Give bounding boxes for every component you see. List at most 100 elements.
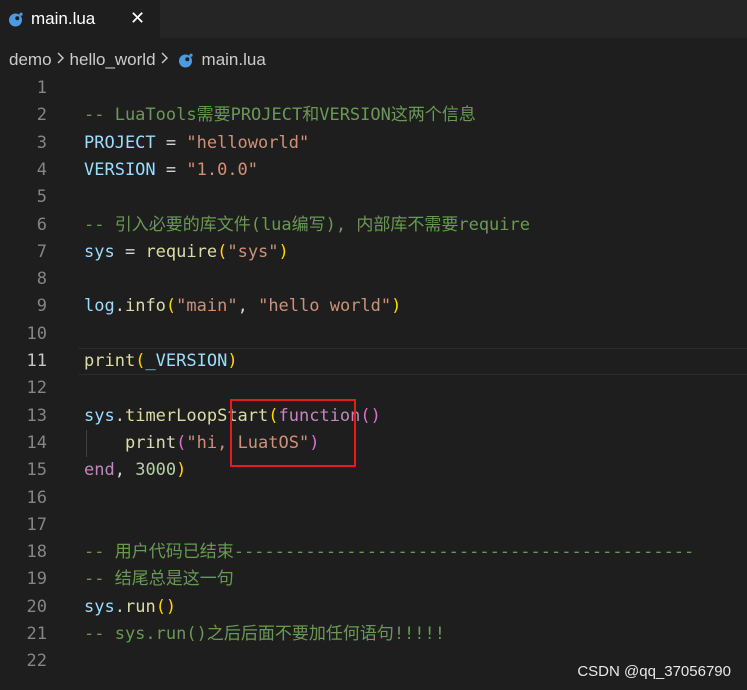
- code-token: (: [217, 241, 228, 262]
- code-token: PROJECT: [84, 132, 156, 153]
- code-token: -- sys.run()之后后面不要加任何语句!!!!!: [84, 624, 445, 644]
- code-line[interactable]: 15 end, 3000): [0, 457, 747, 484]
- chevron-right-icon: [54, 50, 68, 70]
- code-text: -- LuaTools需要PROJECT和VERSION这两个信息: [84, 102, 476, 129]
- code-line[interactable]: 10: [0, 321, 747, 348]
- code-token: ,: [114, 460, 136, 481]
- code-token: .: [114, 296, 125, 317]
- code-token: ,: [237, 296, 259, 317]
- tab-main-lua[interactable]: main.lua ✕: [0, 0, 160, 38]
- line-number: 17: [26, 514, 47, 535]
- code-text: -- sys.run()之后后面不要加任何语句!!!!!: [84, 621, 445, 648]
- line-number: 9: [36, 296, 47, 317]
- line-number: 10: [26, 323, 47, 344]
- code-token: =: [114, 241, 146, 262]
- code-text: PROJECT = "helloworld": [84, 130, 309, 157]
- code-token: require: [145, 241, 218, 262]
- code-line[interactable]: 19 -- 结尾总是这一句: [0, 566, 747, 593]
- code-token: (: [165, 296, 177, 317]
- lua-file-icon: [178, 53, 193, 68]
- code-token: "main": [176, 296, 238, 317]
- watermark: CSDN @qq_37056790: [577, 663, 731, 680]
- code-text: VERSION = "1.0.0": [84, 157, 258, 184]
- line-number: 20: [26, 596, 47, 617]
- line-number: 4: [36, 159, 47, 180]
- line-number: 16: [26, 487, 47, 508]
- code-token: -- 引入必要的库文件(lua编写), 内部库不需要require: [84, 214, 530, 235]
- code-token: =: [155, 159, 187, 180]
- line-number: 21: [26, 624, 47, 644]
- chevron-right-icon: [158, 50, 172, 70]
- code-token: info: [124, 296, 166, 317]
- breadcrumb-item-demo[interactable]: demo: [9, 50, 52, 70]
- code-token: run: [124, 596, 156, 617]
- code-token: ): [278, 241, 289, 262]
- code-line[interactable]: 7 sys = require("sys"): [0, 239, 747, 266]
- code-line[interactable]: 1: [0, 75, 747, 102]
- code-token: log: [84, 296, 115, 317]
- code-token: ): [176, 460, 187, 481]
- code-token: ): [227, 351, 238, 371]
- line-number: 1: [36, 78, 47, 98]
- breadcrumb-item-hello-world[interactable]: hello_world: [70, 50, 156, 70]
- annotation-highlight-box: [230, 399, 356, 467]
- code-line[interactable]: 11 print(_VERSION): [0, 348, 747, 375]
- code-line[interactable]: 3 PROJECT = "helloworld": [0, 130, 747, 157]
- code-line[interactable]: 2 -- LuaTools需要PROJECT和VERSION这两个信息: [0, 102, 747, 129]
- code-token: "1.0.0": [186, 159, 259, 180]
- code-line[interactable]: 13 sys.timerLoopStart(function(): [0, 403, 747, 430]
- code-line[interactable]: 6 -- 引入必要的库文件(lua编写), 内部库不需要require: [0, 212, 747, 239]
- line-number: 11: [26, 351, 47, 371]
- code-token: .: [114, 405, 125, 426]
- code-token: "hello world": [258, 296, 392, 317]
- code-line[interactable]: 14 print("hi, LuatOS"): [0, 430, 747, 457]
- code-line[interactable]: 16: [0, 485, 747, 512]
- code-text: -- 引入必要的库文件(lua编写), 内部库不需要require: [84, 212, 530, 239]
- code-line[interactable]: 8: [0, 266, 747, 293]
- code-token: ): [391, 296, 402, 317]
- code-token: sys: [84, 405, 115, 426]
- close-icon[interactable]: ✕: [130, 8, 145, 28]
- code-text: sys = require("sys"): [84, 239, 289, 266]
- code-token: "helloworld": [186, 132, 310, 153]
- lua-file-icon: [8, 12, 23, 27]
- code-token: 3000: [135, 460, 177, 481]
- code-token: sys: [84, 596, 115, 617]
- code-token: end: [84, 460, 115, 481]
- code-line[interactable]: 9 log.info("main", "hello world"): [0, 293, 747, 320]
- code-text: sys.run(): [84, 594, 176, 621]
- code-token: VERSION: [84, 159, 156, 180]
- code-line[interactable]: 21 -- sys.run()之后后面不要加任何语句!!!!!: [0, 621, 747, 648]
- code-line[interactable]: 12: [0, 375, 747, 402]
- code-text: -- 结尾总是这一句: [84, 566, 234, 593]
- line-number: 3: [36, 132, 47, 153]
- code-line[interactable]: 5: [0, 184, 747, 211]
- line-number: 13: [26, 405, 47, 426]
- code-token: (: [135, 351, 146, 371]
- code-editor[interactable]: 1 2 -- LuaTools需要PROJECT和VERSION这两个信息 3 PROJ…: [0, 75, 747, 690]
- line-number: 8: [36, 269, 47, 290]
- code-token: (): [155, 596, 177, 617]
- code-token: print: [124, 432, 177, 453]
- line-number: 6: [36, 214, 47, 235]
- code-text: -- 用户代码已结束------------------------------…: [84, 539, 694, 566]
- code-token: print: [84, 351, 136, 371]
- code-token: (): [360, 405, 381, 426]
- line-number: 2: [36, 105, 47, 126]
- breadcrumb-item-file[interactable]: main.lua: [174, 50, 266, 70]
- code-text: print(_VERSION): [84, 348, 238, 375]
- indent-guide: [86, 429, 87, 458]
- line-number: 22: [26, 651, 47, 672]
- code-line[interactable]: 18 -- 用户代码已结束----------------------------…: [0, 539, 747, 566]
- code-line[interactable]: 17: [0, 512, 747, 539]
- tab-label: main.lua: [31, 9, 96, 28]
- code-token: "sys": [227, 241, 279, 262]
- code-line[interactable]: 4 VERSION = "1.0.0": [0, 157, 747, 184]
- code-token: (: [176, 432, 187, 453]
- code-line[interactable]: 20 sys.run(): [0, 594, 747, 621]
- code-token: .: [114, 596, 125, 617]
- line-number: 7: [36, 241, 47, 262]
- line-number: 15: [26, 460, 47, 481]
- code-text: end, 3000): [84, 457, 186, 484]
